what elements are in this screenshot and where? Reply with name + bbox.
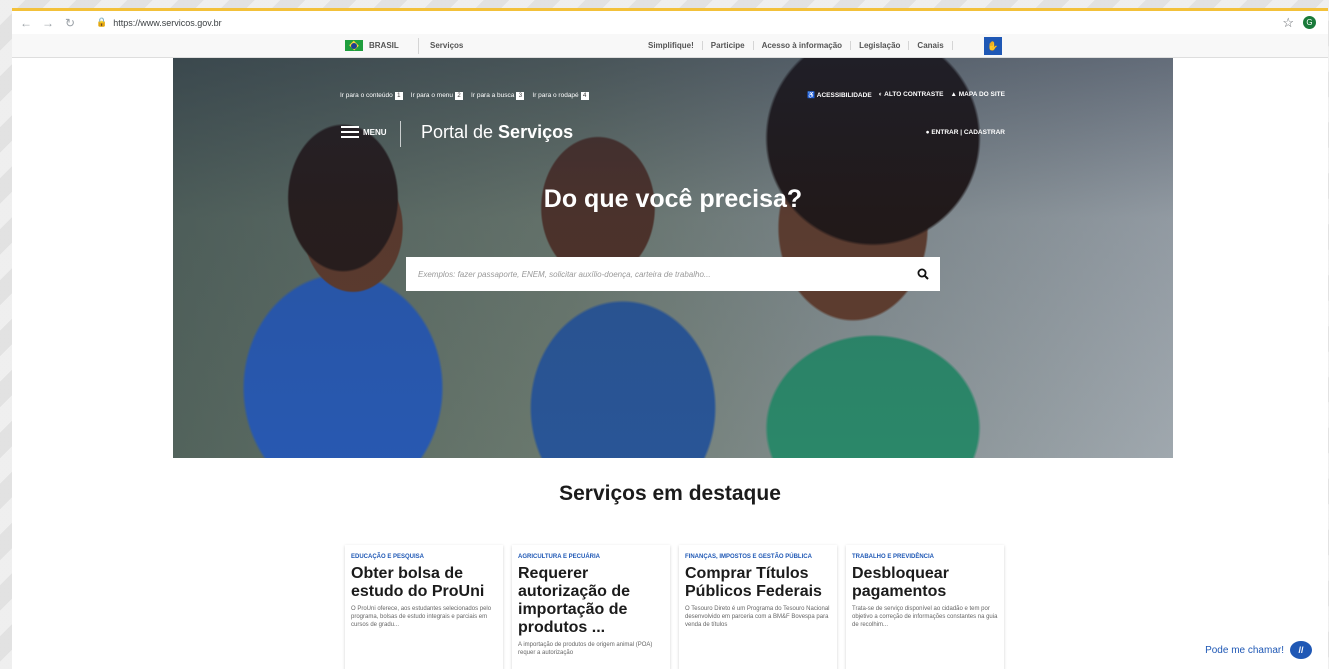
site-map-link[interactable]: ▲ MAPA DO SITE (951, 91, 1005, 99)
chat-widget[interactable]: Pode me chamar! // (1205, 641, 1312, 659)
accessibility-icon: ♿ (807, 92, 817, 99)
card-title[interactable]: Obter bolsa de estudo do ProUni (351, 565, 497, 601)
bookmark-star-icon[interactable]: ☆ (1282, 15, 1294, 31)
link-legislacao[interactable]: Legislação (851, 41, 910, 50)
hero-banner: Ir para o conteúdo 1 Ir para o menu 2 Ir p… (173, 58, 1173, 458)
accessibility-link[interactable]: ♿ ACESSIBILIDADE (807, 91, 872, 99)
divider (400, 121, 401, 147)
search-button[interactable] (906, 257, 940, 291)
web-page: BRASIL Serviços Simplifique! Participe A… (12, 34, 1328, 669)
card-description: O Tesouro Direto é um Programa do Tesour… (685, 606, 830, 628)
card-title[interactable]: Comprar Títulos Públicos Federais (685, 565, 831, 601)
card-description: Trata-se de serviço disponível ao cidadã… (852, 606, 998, 628)
chat-label[interactable]: Pode me chamar! (1205, 645, 1284, 656)
service-card[interactable]: AGRICULTURA E PECUÁRIA Requerer autoriza… (512, 545, 670, 669)
skip-to-search-link[interactable]: Ir para a busca 3 (471, 92, 525, 100)
service-card[interactable]: FINANÇAS, IMPOSTOS E GESTÃO PÚBLICA Comp… (679, 545, 837, 669)
forward-icon[interactable]: → (40, 16, 56, 30)
chat-bubble-icon[interactable]: // (1290, 641, 1312, 659)
menu-button[interactable]: MENU (341, 126, 387, 138)
lock-icon: 🔒 (96, 17, 108, 27)
skip-to-content-link[interactable]: Ir para o conteúdo 1 (340, 92, 403, 100)
card-category[interactable]: EDUCAÇÃO E PESQUISA (351, 553, 497, 562)
skip-links: Ir para o conteúdo 1 Ir para o menu 2 Ir p… (340, 92, 589, 100)
link-simplifique[interactable]: Simplifique! (640, 41, 703, 50)
portal-title[interactable]: Portal de Serviços (421, 122, 573, 143)
card-category[interactable]: TRABALHO E PREVIDÊNCIA (852, 553, 998, 562)
brazil-flag-icon (345, 40, 363, 51)
skip-to-menu-link[interactable]: Ir para o menu 2 (411, 92, 464, 100)
card-category[interactable]: FINANÇAS, IMPOSTOS E GESTÃO PÚBLICA (685, 553, 831, 562)
search-input[interactable] (406, 257, 906, 291)
card-description: A importação de produtos de origem anima… (518, 642, 653, 656)
back-icon[interactable]: ← (18, 16, 34, 30)
hamburger-icon (341, 126, 359, 138)
high-contrast-link[interactable]: ◐ ALTO CONTRASTE (879, 91, 944, 99)
search-icon (917, 268, 929, 280)
featured-cards: EDUCAÇÃO E PESQUISA Obter bolsa de estud… (345, 545, 1004, 669)
sitemap-icon: ▲ (950, 91, 959, 98)
menu-label: MENU (363, 127, 387, 137)
vlibras-hand-icon[interactable]: ✋ (984, 37, 1002, 55)
brasil-link[interactable]: BRASIL (345, 40, 399, 51)
card-description: O ProUni oferece, aos estudantes selecio… (351, 606, 492, 628)
service-card[interactable]: EDUCAÇÃO E PESQUISA Obter bolsa de estud… (345, 545, 503, 669)
hero-headline: Do que você precisa? (543, 185, 803, 213)
card-title[interactable]: Desbloquear pagamentos (852, 565, 998, 601)
service-card[interactable]: TRABALHO E PREVIDÊNCIA Desbloquear pagam… (846, 545, 1004, 669)
accessibility-links: ♿ ACESSIBILIDADE ◐ ALTO CONTRASTE ▲ MAPA… (807, 91, 1005, 99)
brasil-label: BRASIL (369, 41, 399, 50)
skip-to-footer-link[interactable]: Ir para o rodapé 4 (532, 92, 589, 100)
address-bar[interactable]: https://www.servicos.gov.br (113, 18, 221, 28)
link-participe[interactable]: Participe (703, 41, 754, 50)
reload-icon[interactable]: ↻ (62, 16, 78, 30)
search-box (406, 257, 940, 291)
gov-bar: BRASIL Serviços Simplifique! Participe A… (12, 34, 1328, 58)
browser-toolbar: ← → ↻ 🔒 https://www.servicos.gov.br ☆ G (12, 8, 1328, 34)
card-title[interactable]: Requerer autorização de importação de pr… (518, 565, 664, 637)
profile-avatar[interactable]: G (1303, 16, 1316, 29)
featured-title: Serviços em destaque (559, 482, 781, 505)
link-acesso-informacao[interactable]: Acesso à informação (754, 41, 852, 50)
divider (418, 38, 419, 54)
link-canais[interactable]: Canais (909, 41, 953, 50)
servicos-link[interactable]: Serviços (430, 41, 463, 50)
card-category[interactable]: AGRICULTURA E PECUÁRIA (518, 553, 664, 562)
login-link[interactable]: ● ENTRAR | CADASTRAR (926, 129, 1005, 136)
gov-links: Simplifique! Participe Acesso à informaç… (640, 41, 953, 50)
